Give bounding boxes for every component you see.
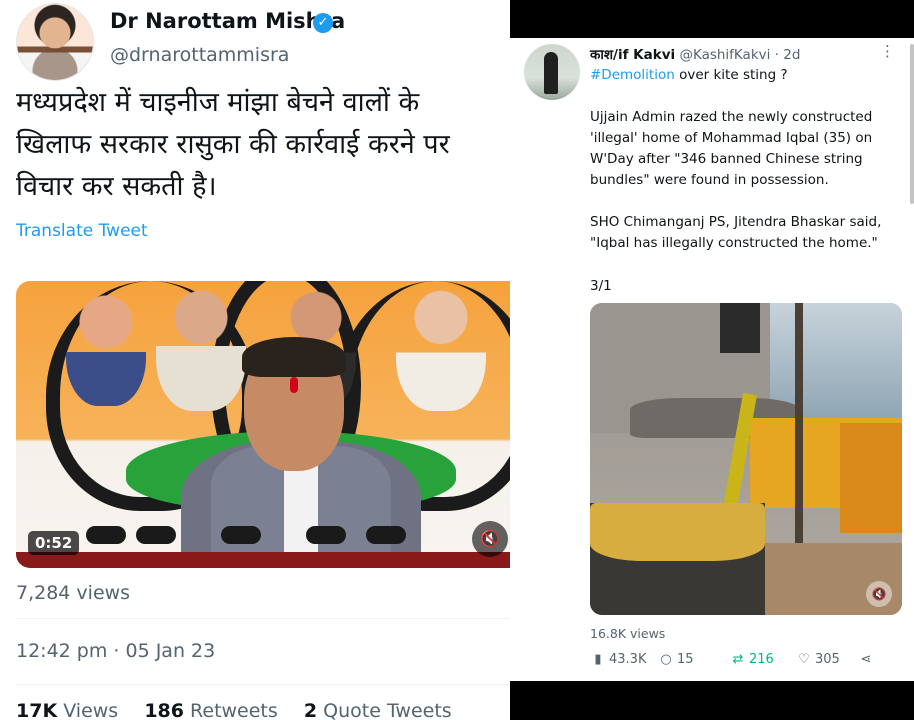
quote-tweets-label[interactable]: Quote Tweets: [323, 700, 452, 720]
excavator-roof: [590, 503, 765, 561]
poster-figure: [396, 281, 486, 411]
tweet-text: मध्यप्रदेश में चाइनीज मांझा बेचने वालों …: [16, 82, 506, 208]
tweet-text-line: मध्यप्रदेश में चाइनीज मांझा बेचने वालों …: [16, 87, 420, 118]
heart-icon: ♡: [798, 652, 810, 667]
tweet-action-bar: ▮ 43.3K ○ 15 ⇄ 216 ♡ 305 ⋖: [590, 652, 900, 672]
author-handle[interactable]: @drnarottammisra: [110, 44, 289, 66]
tweet-media-video[interactable]: 🔇: [590, 303, 902, 615]
tweet-text-line: W'Day after "346 banned Chinese string: [590, 151, 863, 167]
video-view-count: 7,284 views: [16, 582, 131, 604]
left-tweet-panel: Dr Narottam Mishra ✓ @drnarottammisra मध…: [0, 0, 510, 720]
share-button[interactable]: ⋖: [858, 652, 877, 667]
divider: [16, 618, 510, 619]
video-view-count: 16.8K views: [590, 626, 666, 641]
poster-figure: [66, 286, 146, 406]
more-options-icon[interactable]: ⋮: [880, 42, 895, 60]
reply-icon: ○: [660, 652, 672, 667]
analytics-count: 43.3K: [609, 652, 647, 667]
video-duration-badge: 0:52: [28, 531, 80, 555]
views-label: Views: [63, 700, 119, 720]
tweet-text-line: Ujjain Admin razed the newly constructed: [590, 109, 873, 125]
microphone: [136, 526, 176, 544]
reply-button[interactable]: ○ 15: [658, 652, 694, 667]
hashtag-link[interactable]: #Demolition: [590, 67, 675, 83]
tweet-first-line: #Demolition over kite sting ?: [590, 67, 788, 83]
verified-badge-icon: ✓: [313, 13, 333, 33]
quote-tweets-count[interactable]: 2: [304, 700, 317, 720]
tweet-text-line: bundles" were found in possession.: [590, 172, 829, 188]
tweet-stats-row: 17K Views 186 Retweets 2 Quote Tweets: [16, 700, 452, 720]
analytics-button[interactable]: ▮ 43.3K: [590, 652, 646, 667]
tweet-text-line: खिलाफ सरकार रासुका की कार्रवाई करने पर: [16, 129, 450, 160]
tweet-text-line: विचार कर सकती है।: [16, 171, 217, 202]
microphone: [306, 526, 346, 544]
share-icon: ⋖: [860, 652, 872, 667]
tweet-header: काश/if Kakvi @KashifKakvi · 2d: [590, 45, 800, 63]
scrollbar[interactable]: [910, 44, 914, 204]
author-avatar[interactable]: [16, 3, 94, 81]
speaker-muted-icon[interactable]: 🔇: [866, 581, 892, 607]
window: [720, 303, 760, 353]
black-bar-top: [510, 0, 914, 38]
microphone: [221, 526, 261, 544]
speaker-muted-icon[interactable]: 🔇: [472, 521, 508, 557]
author-avatar[interactable]: [524, 44, 580, 100]
retweet-icon: ⇄: [732, 652, 744, 667]
speaker-tilak: [290, 377, 298, 393]
tweet-timestamp[interactable]: 12:42 pm · 05 Jan 23: [16, 640, 215, 662]
like-count: 305: [815, 652, 840, 667]
tweet-text-line: "Iqbal has illegally constructed the hom…: [590, 235, 878, 251]
right-tweet-panel: काश/if Kakvi @KashifKakvi · 2d ⋮ #Demoli…: [510, 38, 914, 681]
translate-tweet-link[interactable]: Translate Tweet: [16, 221, 148, 241]
author-handle-time[interactable]: @KashifKakvi · 2d: [679, 47, 800, 63]
like-button[interactable]: ♡ 305: [796, 652, 840, 667]
retweets-label[interactable]: Retweets: [190, 700, 278, 720]
retweet-button[interactable]: ⇄ 216: [730, 652, 774, 667]
thread-counter: 3/1: [590, 278, 612, 294]
microphone: [366, 526, 406, 544]
tweet-text: over kite sting ?: [674, 67, 788, 83]
views-count: 17K: [16, 700, 58, 720]
reply-count: 15: [677, 652, 694, 667]
microphone: [86, 526, 126, 544]
speaker-hair: [242, 337, 346, 377]
author-name[interactable]: काश/if Kakvi: [590, 47, 675, 63]
black-bar-bottom: [510, 681, 914, 720]
shop-front: [840, 423, 902, 533]
tweet-text-line: 'illegal' home of Mohammad Iqbal (35) on: [590, 130, 873, 146]
divider: [16, 684, 510, 685]
tweet-text-line: SHO Chimanganj PS, Jitendra Bhaskar said…: [590, 214, 882, 230]
avatar-figure: [544, 52, 558, 94]
avatar-shadow: [17, 4, 93, 80]
retweet-count: 216: [749, 652, 774, 667]
bar-chart-icon: ▮: [594, 652, 602, 667]
podium-table: [16, 552, 510, 568]
retweets-count[interactable]: 186: [144, 700, 184, 720]
author-name[interactable]: Dr Narottam Mishra: [110, 9, 345, 33]
tweet-video[interactable]: 0:52 🔇: [16, 281, 510, 568]
poster-figure: [156, 281, 246, 411]
